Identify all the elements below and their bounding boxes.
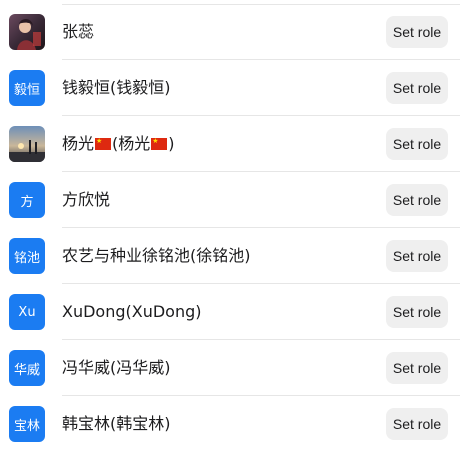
member-name-part: ) [168,134,175,153]
member-row: 杨光 (杨光) Set role [0,116,460,172]
avatar: 铭池 [9,238,45,274]
cn-flag-icon [95,136,112,150]
set-role-button[interactable]: Set role [386,184,448,216]
member-name-part: (杨光 [112,134,151,153]
member-row: 毅恒 钱毅恒(钱毅恒) Set role [0,60,460,116]
avatar: 方 [9,182,45,218]
member-name: XuDong(XuDong) [62,302,202,321]
set-role-button[interactable]: Set role [386,240,448,272]
avatar: 宝林 [9,406,45,442]
member-name: 钱毅恒(钱毅恒) [62,78,171,97]
avatar: 毅恒 [9,70,45,106]
member-row: 铭池 农艺与种业徐铭池(徐铭池) Set role [0,228,460,284]
set-role-button[interactable]: Set role [386,408,448,440]
set-role-button[interactable]: Set role [386,352,448,384]
member-row: 方 方欣悦 Set role [0,172,460,228]
set-role-button[interactable]: Set role [386,296,448,328]
member-name: 农艺与种业徐铭池(徐铭池) [62,246,251,265]
member-list: 张蕊 Set role 毅恒 钱毅恒(钱毅恒) Set role 杨光★ (杨光… [0,4,460,452]
avatar [9,126,45,162]
avatar: 华威 [9,350,45,386]
avatar-photo-icon [9,14,45,50]
member-row: 华威 冯华威(冯华威) Set role [0,340,460,396]
member-row: Xu XuDong(XuDong) Set role [0,284,460,340]
set-role-button[interactable]: Set role [386,128,448,160]
member-name-part: 杨光 [62,134,95,153]
member-row: 张蕊 Set role [0,4,460,60]
member-name: 杨光 (杨光) [62,133,175,155]
avatar [9,14,45,50]
set-role-button[interactable]: Set role [386,72,448,104]
cn-flag-icon [151,136,168,150]
member-name: 方欣悦 [62,190,111,209]
member-name: 冯华威(冯华威) [62,358,171,377]
avatar-photo-icon [9,126,45,162]
member-row: 宝林 韩宝林(韩宝林) Set role [0,396,460,452]
set-role-button[interactable]: Set role [386,16,448,48]
avatar: Xu [9,294,45,330]
member-name: 张蕊 [62,22,95,41]
member-name: 韩宝林(韩宝林) [62,414,171,433]
